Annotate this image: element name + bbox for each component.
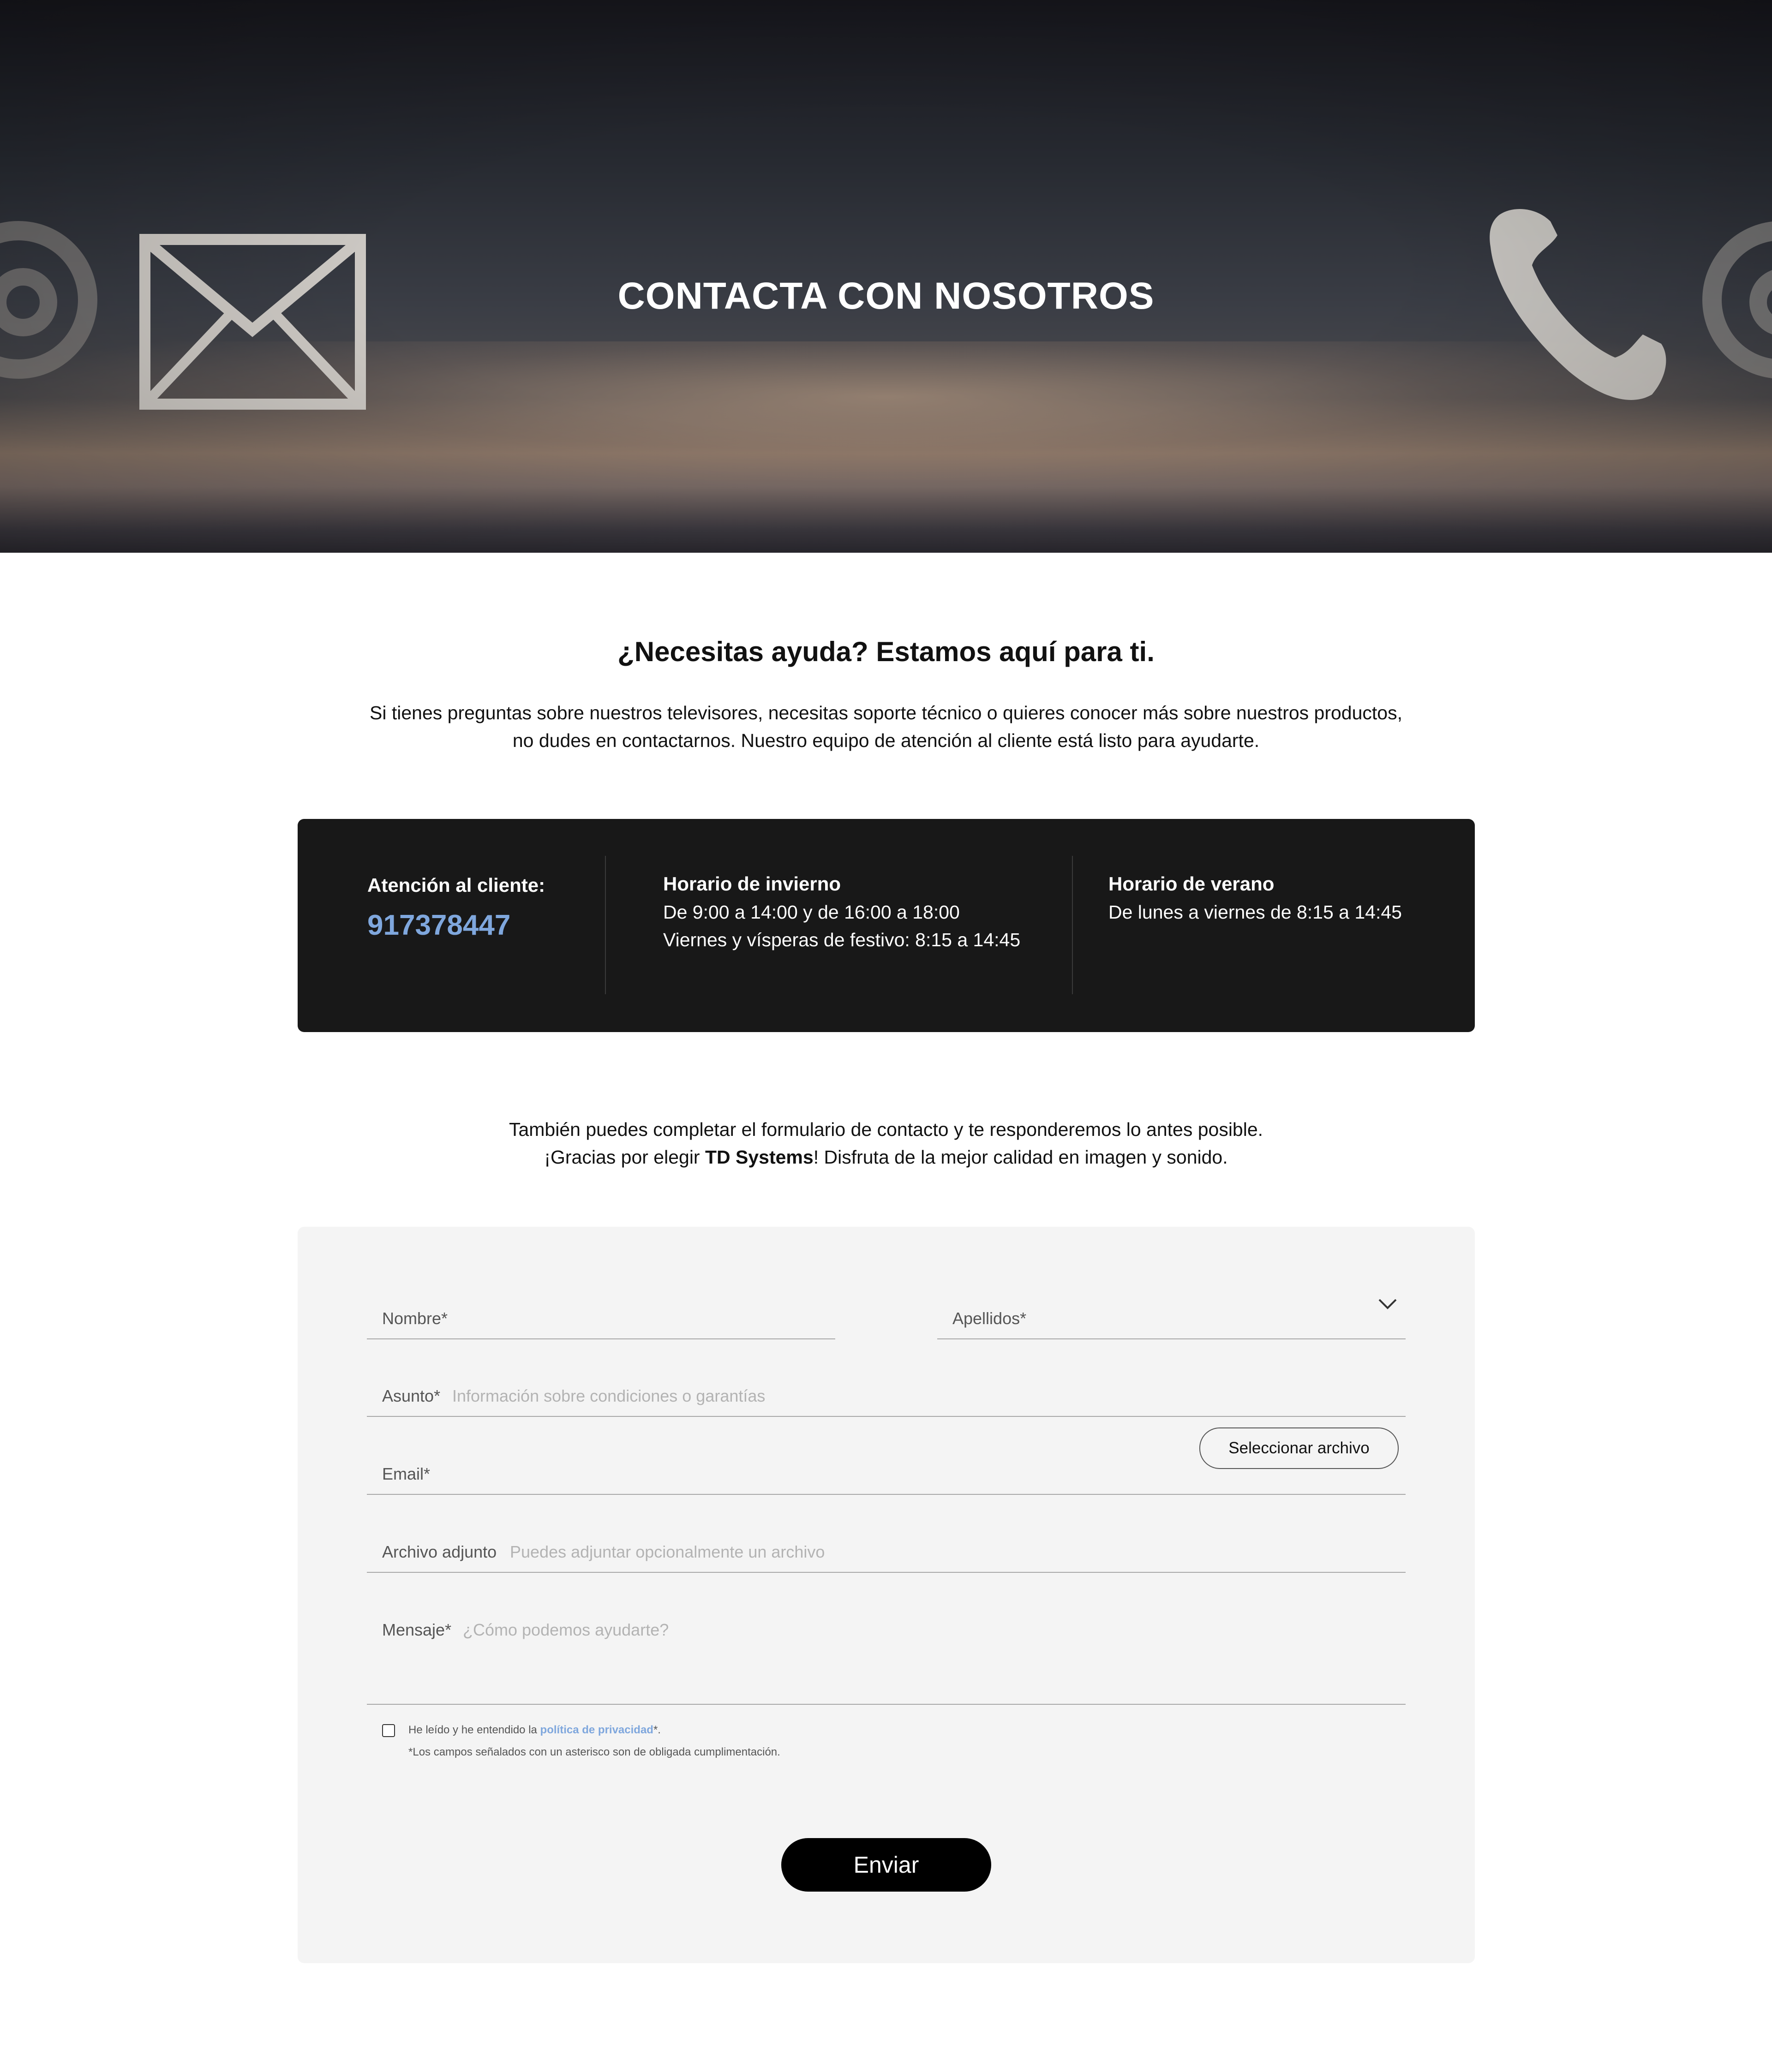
divider — [605, 856, 606, 994]
summer-hours-line: De lunes a viernes de 8:15 a 14:45 — [1108, 902, 1402, 923]
privacy-prefix: He leído y he entendido la — [408, 1724, 540, 1736]
select-file-button[interactable]: Seleccionar archivo — [1199, 1427, 1399, 1469]
intro-paragraph: Si tienes preguntas sobre nuestros telev… — [0, 699, 1772, 754]
asunto-label: Asunto* — [382, 1386, 441, 1405]
intro-line: no dudes en contactarnos. Nuestro equipo… — [512, 730, 1260, 751]
asunto-placeholder: Información sobre condiciones o garantía… — [452, 1386, 766, 1405]
privacy-suffix: *. — [653, 1724, 661, 1736]
form-intro: También puedes completar el formulario d… — [0, 1116, 1772, 1171]
asunto-field[interactable]: Asunto* Información sobre condiciones o … — [367, 1374, 1406, 1417]
message-label: Mensaje* — [382, 1620, 452, 1639]
email-label: Email* — [382, 1464, 431, 1483]
form-intro-line: También puedes completar el formulario d… — [509, 1119, 1263, 1140]
submit-button[interactable]: Enviar — [781, 1838, 991, 1892]
winter-hours-line: Viernes y vísperas de festivo: 8:15 a 14… — [663, 929, 1021, 950]
intro-line: Si tienes preguntas sobre nuestros telev… — [370, 702, 1402, 723]
brand-name: TD Systems — [705, 1146, 814, 1168]
privacy-policy-link[interactable]: política de privacidad — [540, 1724, 653, 1736]
attachment-placeholder: Puedes adjuntar opcionalmente un archivo — [510, 1542, 825, 1561]
message-placeholder: ¿Cómo podemos ayudarte? — [463, 1620, 669, 1639]
thanks-prefix: ¡Gracias por elegir — [544, 1146, 705, 1168]
nombre-label: Nombre* — [382, 1309, 448, 1328]
chevron-down-icon[interactable] — [1377, 1297, 1398, 1311]
winter-hours-label: Horario de invierno — [663, 873, 841, 895]
attachment-label: Archivo adjunto — [382, 1542, 497, 1561]
form-intro-line: ¡Gracias por elegir TD Systems! Disfruta… — [0, 1143, 1772, 1171]
apellidos-label: Apellidos* — [952, 1309, 1027, 1328]
nombre-field[interactable]: Nombre* — [367, 1296, 835, 1339]
winter-hours-line: De 9:00 a 14:00 y de 16:00 a 18:00 — [663, 902, 960, 923]
contact-info-box: Atención al cliente: 917378447 Horario d… — [298, 819, 1475, 1032]
summer-hours-label: Horario de verano — [1108, 873, 1275, 895]
intro-heading: ¿Necesitas ayuda? Estamos aquí para ti. — [617, 636, 1155, 667]
divider — [1072, 856, 1073, 994]
attachment-field[interactable]: Archivo adjunto Puedes adjuntar opcional… — [367, 1530, 1406, 1573]
privacy-consent-text: He leído y he entendido la política de p… — [408, 1724, 661, 1737]
customer-service-label: Atención al cliente: — [367, 874, 545, 896]
apellidos-field[interactable]: Apellidos* — [937, 1296, 1406, 1339]
thanks-suffix: ! Disfruta de la mejor calidad en imagen… — [813, 1146, 1228, 1168]
required-fields-note: *Los campos señalados con un asterisco s… — [408, 1746, 780, 1758]
privacy-checkbox[interactable] — [382, 1724, 395, 1737]
customer-service-phone[interactable]: 917378447 — [367, 909, 510, 942]
page-title: CONTACTA CON NOSOTROS — [617, 275, 1155, 317]
hero-banner: CONTACTA CON NOSOTROS — [0, 0, 1772, 553]
contact-form: Nombre* Apellidos* Asunto* Información s… — [298, 1227, 1475, 1963]
message-field[interactable]: Mensaje* ¿Cómo podemos ayudarte? — [367, 1609, 1406, 1705]
